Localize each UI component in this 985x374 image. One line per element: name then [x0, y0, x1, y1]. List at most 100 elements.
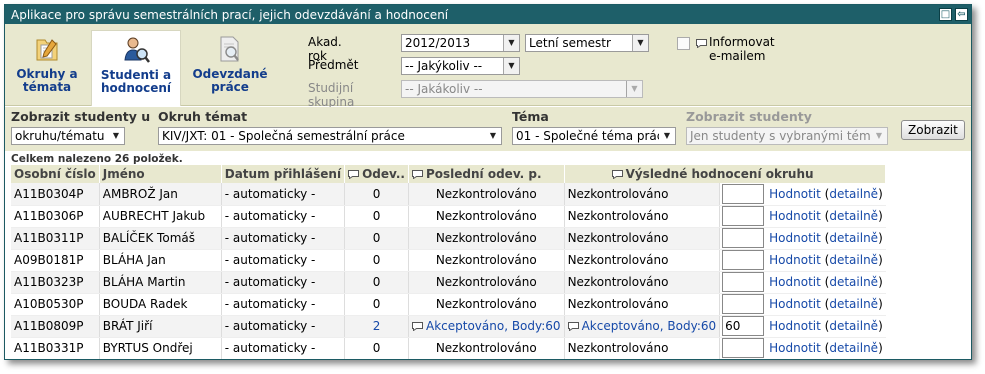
points-input[interactable]	[722, 272, 765, 292]
cell-date: - automaticky -	[221, 227, 346, 250]
table-row[interactable]: A11B0311P BALÍČEK Tomáš - automaticky - 0 Ne…	[11, 227, 886, 250]
evaluate-link[interactable]: Hodnotit	[769, 253, 821, 267]
toolbar-students[interactable]: Studenti a hodnocení	[91, 30, 181, 106]
year-select[interactable]: 2012/2013 ▼	[401, 34, 520, 52]
result-status: Nezkontrolováno	[567, 231, 669, 245]
back-button[interactable]: ⇦	[955, 8, 968, 21]
points-input[interactable]	[722, 338, 765, 358]
cell-submissions: 0	[344, 293, 409, 316]
topic-area-select[interactable]: KIV/JXT: 01 - Společná semestrální práce…	[158, 127, 502, 145]
detail-link[interactable]: detailně	[829, 231, 878, 245]
subject-select[interactable]: -- Jakýkoliv -- ▼	[401, 57, 520, 75]
group-label: Studijní skupina	[308, 81, 355, 109]
points-input[interactable]	[722, 250, 765, 270]
submissions-count: 0	[372, 275, 381, 289]
main-toolbar: Okruhy a témata Studenti a hodnocení Ode…	[5, 24, 971, 109]
evaluate-link[interactable]: Hodnotit	[769, 209, 821, 223]
detail-link[interactable]: detailně	[829, 209, 878, 223]
paren-close: )	[878, 275, 883, 289]
topic-label: Téma	[512, 109, 549, 124]
toolbar-topics[interactable]: Okruhy a témata	[9, 30, 85, 104]
detail-link[interactable]: detailně	[829, 253, 878, 267]
column-last[interactable]: Poslední odev. p.	[408, 165, 565, 183]
cell-name: BALÍČEK Tomáš	[99, 227, 222, 250]
column-id[interactable]: Osobní číslo	[11, 165, 100, 183]
points-input[interactable]	[722, 183, 765, 204]
points-input[interactable]	[722, 228, 765, 248]
cell-result: Nezkontrolováno	[564, 183, 721, 206]
paren-close: )	[878, 231, 883, 245]
evaluate-link[interactable]: Hodnotit	[769, 341, 821, 355]
cell-id: A11B0809P	[11, 315, 100, 338]
detail-link[interactable]: detailně	[829, 275, 878, 289]
notify-checkbox[interactable]	[677, 37, 690, 50]
table-row[interactable]: A11B0304P AMBROŽ Jan - automaticky - 0 Nezko…	[11, 183, 886, 206]
show-by-select[interactable]: okruhu/tématu ▼	[11, 127, 125, 145]
column-result[interactable]: Výsledné hodnocení okruhu	[564, 165, 887, 183]
cell-actions: Hodnotit (detailně)	[766, 315, 886, 338]
submissions-count[interactable]: 2	[373, 319, 381, 333]
cell-id: A11B0306P	[11, 205, 100, 228]
evaluate-link[interactable]: Hodnotit	[769, 297, 821, 311]
points-input[interactable]	[722, 294, 765, 314]
table-row[interactable]: A11B0323P BLÁHA Martin - automaticky - 0 Nez…	[11, 271, 886, 294]
column-name[interactable]: Jméno	[99, 165, 222, 183]
cell-date: - automaticky -	[221, 293, 346, 316]
last-status[interactable]: Akceptováno, Body:60	[426, 319, 561, 333]
table-row[interactable]: A11B0809P BRÁT Jiří - automaticky - 2 Akcept…	[11, 315, 886, 338]
toolbar-topics-label-1: Okruhy a	[16, 67, 78, 81]
cell-last[interactable]: Akceptováno, Body:60	[408, 315, 565, 338]
column-date[interactable]: Datum přihlášení	[221, 165, 346, 183]
cell-points	[719, 249, 767, 272]
toolbar-submitted[interactable]: Odevzdané práce	[187, 30, 273, 104]
semester-select[interactable]: Letní semestr ▼	[525, 34, 649, 52]
maximize-button[interactable]: □	[939, 8, 952, 21]
table-body: A11B0304P AMBROŽ Jan - automaticky -0 Nezko…	[11, 183, 886, 359]
detail-link[interactable]: detailně	[829, 341, 878, 355]
detail-link[interactable]: detailně	[829, 187, 878, 201]
column-submissions[interactable]: Odev..	[344, 165, 409, 183]
evaluate-link[interactable]: Hodnotit	[769, 275, 821, 289]
chevron-down-icon: ▼	[485, 128, 501, 144]
result-count: Celkem nalezeno 26 položek.	[11, 153, 183, 165]
show-button[interactable]: Zobrazit	[901, 120, 965, 140]
detail-link[interactable]: detailně	[829, 297, 878, 311]
cell-result: Nezkontrolováno	[564, 205, 721, 228]
table-row[interactable]: A11B0331P BYRTUS Ondřej - automaticky - 0 Ne…	[11, 337, 886, 359]
result-status[interactable]: Akceptováno, Body:60	[582, 319, 717, 333]
points-input[interactable]: 60	[722, 316, 765, 336]
evaluate-link[interactable]: Hodnotit	[769, 187, 821, 201]
points-input[interactable]	[722, 206, 765, 226]
cell-submissions: 0	[344, 271, 409, 294]
table-row[interactable]: A11B0306P AUBRECHT Jakub - automaticky - 0 N…	[11, 205, 886, 228]
group-select: -- Jakákoliv -- ▼	[401, 80, 643, 98]
cell-last: Nezkontrolováno	[408, 271, 565, 294]
cell-id: A11B0323P	[11, 271, 100, 294]
topic-select[interactable]: 01 - Společné téma práce ▼	[512, 127, 676, 145]
cell-name: AUBRECHT Jakub	[99, 205, 222, 228]
cell-submissions[interactable]: 2	[344, 315, 409, 338]
cell-result[interactable]: Akceptováno, Body:60	[564, 315, 721, 338]
cell-result: Nezkontrolováno	[564, 249, 721, 272]
comment-icon	[611, 170, 623, 179]
paren-close: )	[878, 209, 883, 223]
cell-date: - automaticky -	[221, 183, 346, 206]
table-row[interactable]: A09B0181P BLÁHA Jan - automaticky - 0 Nezkon…	[11, 249, 886, 272]
evaluate-link[interactable]: Hodnotit	[769, 231, 821, 245]
show-by-label: Zobrazit studenty u	[11, 109, 151, 124]
subject-label: Předmět	[308, 58, 359, 72]
detail-link[interactable]: detailně	[829, 319, 878, 333]
evaluate-link[interactable]: Hodnotit	[769, 319, 821, 333]
result-status: Nezkontrolováno	[567, 297, 669, 311]
cell-last: Nezkontrolováno	[408, 205, 565, 228]
cell-submissions: 0	[344, 337, 409, 359]
cell-submissions: 0	[344, 205, 409, 228]
chevron-down-icon: ▼	[626, 81, 642, 97]
submissions-count: 0	[372, 297, 381, 311]
table-header: Osobní číslo Jméno Datum přihlášení Odev…	[11, 165, 887, 183]
table-row[interactable]: A10B0530P BOUDA Radek - automaticky - 0 Nezk…	[11, 293, 886, 316]
cell-actions: Hodnotit (detailně)	[766, 249, 886, 272]
cell-points	[719, 271, 767, 294]
submissions-count: 0	[372, 253, 381, 267]
cell-result: Nezkontrolováno	[564, 227, 721, 250]
